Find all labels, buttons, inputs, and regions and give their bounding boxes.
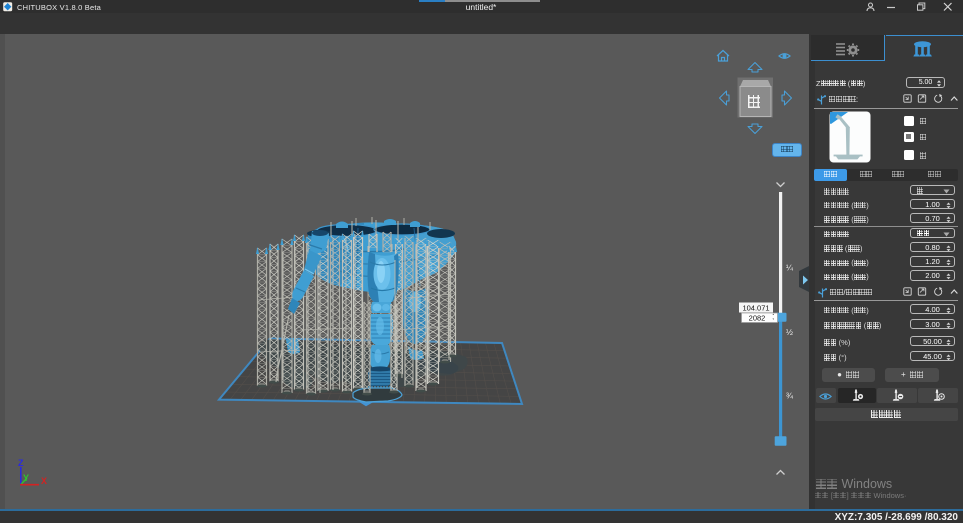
svg-text:¼: ¼ <box>786 263 794 273</box>
svg-text:104.071: 104.071 <box>742 304 769 313</box>
svg-text:¾: ¾ <box>786 391 794 401</box>
svg-text:X: X <box>41 476 47 486</box>
svg-text:Z: Z <box>18 458 24 468</box>
svg-text:½: ½ <box>786 327 793 337</box>
svg-text:2082: 2082 <box>749 314 766 323</box>
